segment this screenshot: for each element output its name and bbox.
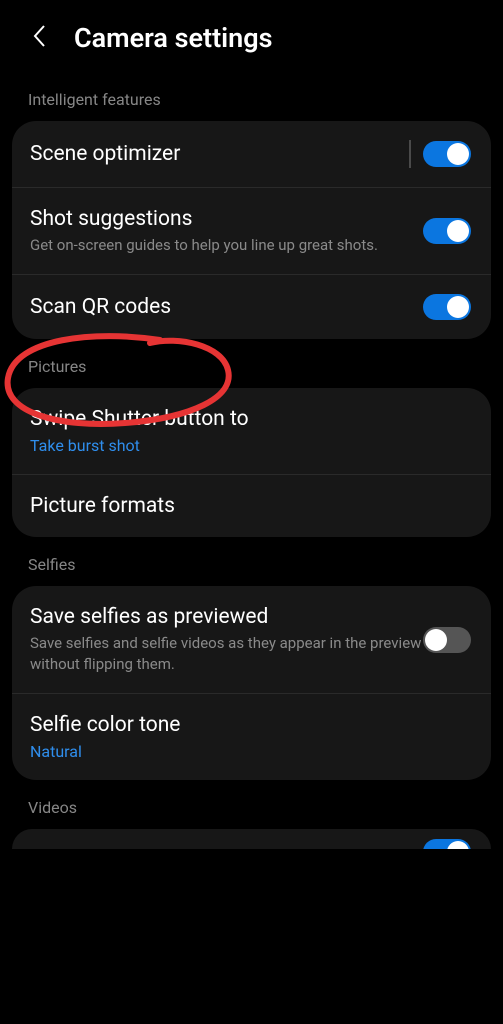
save-previewed-toggle[interactable] (423, 627, 471, 653)
color-tone-title: Selfie color tone (30, 713, 471, 737)
shot-suggestions-toggle[interactable] (423, 218, 471, 244)
save-previewed-title: Save selfies as previewed (30, 605, 423, 629)
card-pictures: Swipe Shutter button to Take burst shot … (12, 388, 491, 537)
color-tone-value: Natural (30, 742, 471, 761)
row-color-tone[interactable]: Selfie color tone Natural (12, 694, 491, 780)
scan-qr-title: Scan QR codes (30, 295, 423, 319)
section-label-videos: Videos (0, 780, 503, 829)
section-label-pictures: Pictures (0, 339, 503, 388)
scene-optimizer-toggle[interactable] (423, 141, 471, 167)
shot-suggestions-title: Shot suggestions (30, 207, 423, 231)
save-previewed-subtitle: Save selfies and selfie videos as they a… (30, 633, 423, 674)
section-label-selfies: Selfies (0, 537, 503, 586)
scene-optimizer-title: Scene optimizer (30, 142, 409, 166)
card-videos (12, 829, 491, 849)
card-selfies: Save selfies as previewed Save selfies a… (12, 586, 491, 780)
scan-qr-toggle[interactable] (423, 294, 471, 320)
row-shot-suggestions[interactable]: Shot suggestions Get on-screen guides to… (12, 188, 491, 275)
back-icon[interactable] (30, 22, 50, 54)
swipe-shutter-title: Swipe Shutter button to (30, 407, 471, 431)
shot-suggestions-subtitle: Get on-screen guides to help you line up… (30, 235, 423, 255)
row-picture-formats[interactable]: Picture formats (12, 475, 491, 537)
videos-toggle-partial[interactable] (423, 839, 471, 849)
swipe-shutter-value: Take burst shot (30, 436, 471, 455)
row-save-previewed[interactable]: Save selfies as previewed Save selfies a… (12, 586, 491, 694)
page-title: Camera settings (74, 22, 273, 54)
divider-icon (409, 140, 411, 168)
row-swipe-shutter[interactable]: Swipe Shutter button to Take burst shot (12, 388, 491, 475)
section-label-intelligent: Intelligent features (0, 72, 503, 121)
card-intelligent-features: Scene optimizer Shot suggestions Get on-… (12, 121, 491, 339)
picture-formats-title: Picture formats (30, 494, 471, 518)
row-scan-qr[interactable]: Scan QR codes (12, 275, 491, 339)
row-scene-optimizer[interactable]: Scene optimizer (12, 121, 491, 188)
